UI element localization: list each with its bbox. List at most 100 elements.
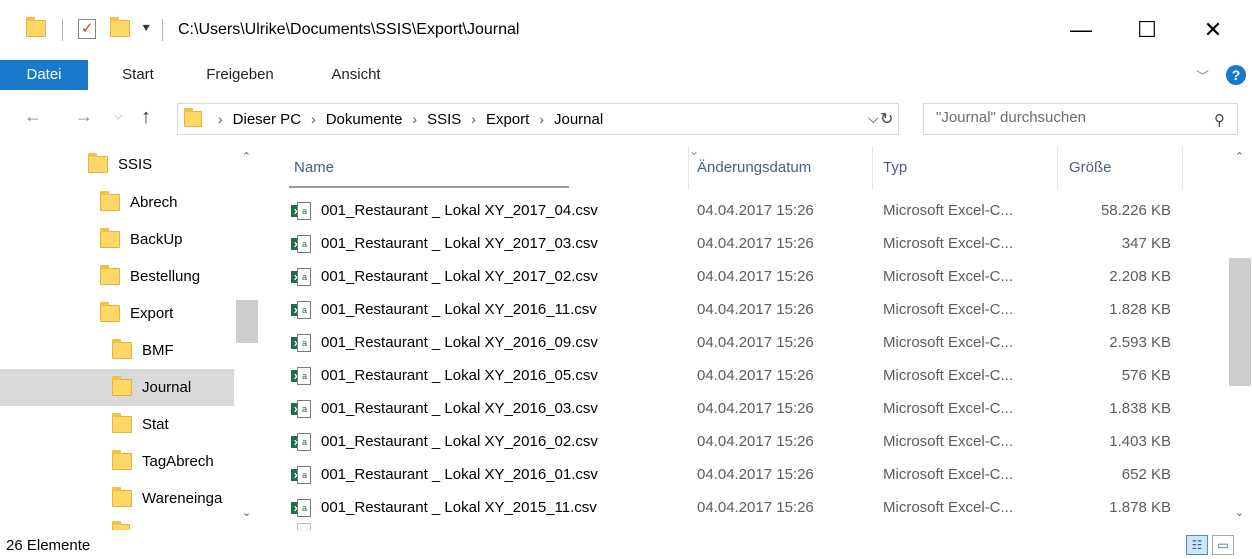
- tree-item-ssis[interactable]: SSIS: [0, 146, 234, 183]
- tab-start[interactable]: Start: [108, 60, 168, 90]
- column-separator[interactable]: [872, 146, 873, 190]
- file-date: 04.04.2017 15:26: [697, 334, 814, 351]
- table-row[interactable]: x 001_Restaurant _ Lokal XY_2017_04.csv …: [259, 194, 1219, 227]
- tree-item-label: BMF: [142, 342, 174, 359]
- chevron-down-icon[interactable]: ⌵: [868, 110, 879, 127]
- tree-item-bmf[interactable]: BMF: [0, 332, 234, 369]
- window-title: C:\Users\Ulrike\Documents\SSIS\Export\Jo…: [178, 21, 520, 38]
- file-name: 001_Restaurant _ Lokal XY_2016_01.csv: [321, 466, 598, 483]
- breadcrumb-item[interactable]: Dokumente: [326, 111, 403, 128]
- file-name: 001_Restaurant _ Lokal XY_2016_05.csv: [321, 367, 598, 384]
- chevron-right-icon[interactable]: ›: [471, 111, 476, 127]
- scroll-down-icon[interactable]: ⌄: [234, 506, 259, 519]
- file-size: 58.226 KB: [1100, 202, 1171, 219]
- file-date: 04.04.2017 15:26: [697, 466, 814, 483]
- folder-icon: [112, 339, 132, 359]
- search-icon[interactable]: ⚲: [1214, 111, 1225, 129]
- chevron-right-icon[interactable]: ›: [539, 111, 544, 127]
- excel-csv-icon: x: [291, 367, 311, 385]
- chevron-down-icon[interactable]: ﹀: [1196, 66, 1209, 85]
- tree-item-journal[interactable]: Journal: [0, 369, 234, 406]
- column-header-name[interactable]: Name: [294, 146, 334, 190]
- tree-item-export[interactable]: Export: [0, 295, 234, 332]
- table-row[interactable]: x 001_Restaurant _ Lokal XY_2015_11.csv …: [259, 491, 1219, 524]
- recent-locations-icon[interactable]: ⌵: [114, 110, 122, 123]
- tree-item-wareneingang[interactable]: Wareneinga: [0, 480, 234, 517]
- chevron-right-icon[interactable]: ›: [311, 111, 316, 127]
- file-date: 04.04.2017 15:26: [697, 202, 814, 219]
- folder-icon: [88, 153, 108, 173]
- file-list: Name ⌄ Änderungsdatum Typ Größe x 001_Re…: [259, 146, 1252, 530]
- navigation-pane: SSIS Abrech BackUp Bestellung Export BMF…: [0, 146, 259, 530]
- file-type: Microsoft Excel-C...: [883, 367, 1014, 384]
- toolbar-separator: [162, 19, 163, 41]
- tree-item-stat[interactable]: Stat: [0, 406, 234, 443]
- folder-icon[interactable]: [26, 17, 46, 37]
- scroll-up-icon[interactable]: ⌃: [1227, 150, 1252, 163]
- tree-item-abrech[interactable]: Abrech: [0, 184, 234, 221]
- column-header-size[interactable]: Größe: [1069, 146, 1112, 190]
- tab-view[interactable]: Ansicht: [318, 60, 394, 90]
- tab-file[interactable]: Datei: [0, 60, 88, 90]
- breadcrumb-item[interactable]: Dieser PC: [233, 111, 301, 128]
- table-row[interactable]: x 001_Restaurant _ Lokal XY_2016_01.csv …: [259, 458, 1219, 491]
- minimize-button[interactable]: —: [1058, 10, 1104, 50]
- table-row[interactable]: x 001_Restaurant _ Lokal XY_2016_02.csv …: [259, 425, 1219, 458]
- close-button[interactable]: ✕: [1190, 10, 1236, 50]
- table-row[interactable]: x 001_Restaurant _ Lokal XY_2017_03.csv …: [259, 227, 1219, 260]
- nav-scrollbar-thumb[interactable]: [236, 300, 258, 343]
- refresh-icon[interactable]: ↻: [880, 109, 893, 129]
- customize-toolbar-icon[interactable]: ⯆: [141, 21, 151, 37]
- up-icon[interactable]: ↑: [141, 106, 151, 129]
- large-icons-view-icon[interactable]: ▭: [1212, 535, 1234, 555]
- folder-icon: [100, 302, 120, 322]
- file-size: 2.208 KB: [1109, 268, 1171, 285]
- help-icon[interactable]: ?: [1226, 65, 1246, 85]
- file-name: 001_Restaurant _ Lokal XY_2017_02.csv: [321, 268, 598, 285]
- search-input[interactable]: [936, 109, 1196, 126]
- new-folder-icon[interactable]: [110, 17, 130, 37]
- tree-item-label: SSIS: [118, 156, 153, 173]
- folder-icon: [100, 265, 120, 285]
- chevron-right-icon[interactable]: ›: [412, 111, 417, 127]
- file-list-scrollbar-thumb[interactable]: [1229, 258, 1251, 386]
- tree-item-backup[interactable]: BackUp: [0, 221, 234, 258]
- tree-item-bestellung[interactable]: Bestellung: [0, 258, 234, 295]
- tree-item-label: BackUp: [130, 231, 183, 248]
- address-row: ← → ⌵ ↑ › Dieser PC › Dokumente › SSIS ›…: [0, 90, 1252, 146]
- column-separator[interactable]: [1057, 146, 1058, 190]
- maximize-button[interactable]: ☐: [1124, 10, 1170, 50]
- column-separator[interactable]: [688, 146, 689, 190]
- column-separator[interactable]: [1182, 146, 1183, 190]
- table-row[interactable]: x 001_Restaurant _ Lokal XY_2016_03.csv …: [259, 392, 1219, 425]
- column-header-type[interactable]: Typ: [883, 146, 907, 190]
- column-header-date[interactable]: Änderungsdatum: [697, 146, 811, 190]
- file-date: 04.04.2017 15:26: [697, 433, 814, 450]
- breadcrumb-item[interactable]: Export: [486, 111, 529, 128]
- table-row[interactable]: x 001_Restaurant _ Lokal XY_2016_09.csv …: [259, 326, 1219, 359]
- excel-csv-icon: x: [291, 235, 311, 253]
- table-row[interactable]: x 001_Restaurant _ Lokal XY_2017_02.csv …: [259, 260, 1219, 293]
- back-icon[interactable]: ←: [24, 106, 42, 127]
- details-view-icon[interactable]: ☷: [1186, 535, 1208, 555]
- file-date: 04.04.2017 15:26: [697, 301, 814, 318]
- address-bar[interactable]: › Dieser PC › Dokumente › SSIS › Export …: [177, 103, 899, 135]
- file-type: Microsoft Excel-C...: [883, 400, 1014, 417]
- scroll-down-icon[interactable]: ⌄: [1227, 506, 1252, 519]
- tab-share[interactable]: Freigeben: [194, 60, 286, 90]
- file-size: 576 KB: [1121, 367, 1171, 384]
- search-box[interactable]: ⚲: [923, 103, 1238, 135]
- file-type: Microsoft Excel-C...: [883, 466, 1014, 483]
- breadcrumb-item[interactable]: Journal: [554, 111, 603, 128]
- properties-icon[interactable]: [78, 19, 96, 39]
- excel-csv-icon: x: [291, 433, 311, 451]
- table-row[interactable]: x 001_Restaurant _ Lokal XY_2016_05.csv …: [259, 359, 1219, 392]
- file-date: 04.04.2017 15:26: [697, 268, 814, 285]
- breadcrumb-item[interactable]: SSIS: [427, 111, 461, 128]
- folder-icon: [100, 191, 120, 211]
- tree-item-tagabrech[interactable]: TagAbrech: [0, 443, 234, 480]
- tree-item-label: Journal: [142, 379, 192, 396]
- table-row[interactable]: x 001_Restaurant _ Lokal XY_2016_11.csv …: [259, 293, 1219, 326]
- forward-icon[interactable]: →: [75, 106, 93, 127]
- scroll-up-icon[interactable]: ⌃: [234, 150, 259, 163]
